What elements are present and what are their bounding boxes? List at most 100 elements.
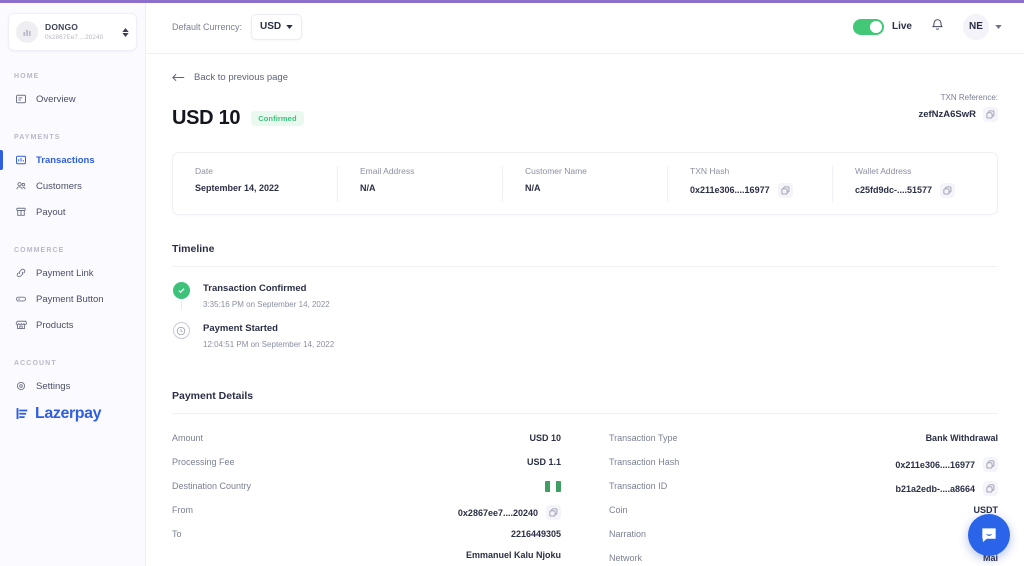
copy-icon[interactable] (983, 107, 998, 122)
org-name: DONGO (45, 22, 79, 32)
payment-details-title: Payment Details (172, 390, 254, 402)
detail-value: Bank Withdrawal (926, 433, 998, 443)
copy-icon[interactable] (983, 457, 998, 472)
payout-icon (14, 206, 27, 219)
summary-label: TXN Hash (690, 165, 730, 176)
back-to-previous-page-link[interactable]: Back to previous page (172, 72, 998, 83)
detail-value-text: Bank Withdrawal (925, 433, 998, 443)
sidebar-item-overview[interactable]: Overview (0, 86, 145, 112)
chevron-up-down-icon (122, 27, 129, 37)
timeline-item-title: Transaction Confirmed (203, 283, 307, 294)
detail-row-destination-country: Destination Country (172, 478, 561, 502)
copy-icon[interactable] (983, 481, 998, 496)
detail-row-from: From 0x2867ee7....20240 (172, 502, 561, 526)
payment-details-left-column: Amount USD 10 Processing Fee USD 1.1 Des… (172, 430, 591, 566)
timeline-item-time: 12:04:51 PM on September 14, 2022 (203, 340, 335, 349)
summary-cell-date: Date September 14, 2022 (173, 165, 338, 202)
detail-value-text: 2216449305 (510, 529, 561, 539)
customers-icon (14, 180, 27, 193)
sidebar-item-label: Products (36, 319, 74, 331)
detail-label: Network (609, 553, 643, 563)
sidebar-item-products[interactable]: Products (0, 312, 145, 338)
nav-section-home-label: HOME (14, 73, 40, 80)
timeline-item: Payment Started 12:04:51 PM on September… (172, 322, 998, 362)
detail-value-text: USD 10 (529, 433, 561, 443)
sidebar-item-label: Customers (36, 180, 82, 192)
summary-label: Wallet Address (855, 165, 912, 176)
overview-icon (14, 93, 27, 106)
copy-icon[interactable] (940, 182, 956, 198)
summary-label: Email Address (360, 165, 415, 176)
page-title: USD 10 (172, 107, 241, 129)
copy-icon[interactable] (546, 505, 561, 520)
summary-value-text: N/A (525, 182, 541, 193)
chevron-down-icon (286, 24, 293, 29)
detail-label: Processing Fee (172, 457, 235, 467)
summary-cell-txn-hash: TXN Hash 0x211e306....16977 (668, 165, 833, 202)
detail-label: Coin (609, 505, 628, 515)
chat-launcher-button[interactable] (968, 514, 1010, 556)
summary-value-text: September 14, 2022 (195, 182, 280, 193)
lazerpay-mark-icon (16, 407, 28, 419)
sidebar-item-payment-link[interactable]: Payment Link (0, 260, 145, 286)
avatar: NE (963, 13, 989, 40)
summary-value-text: 0x211e306....16977 (690, 185, 770, 195)
detail-row-narration: Narration N (609, 526, 998, 550)
chat-bubble-icon (982, 528, 996, 543)
detail-label: Destination Country (172, 481, 252, 491)
sidebar-item-payout[interactable]: Payout (0, 199, 145, 225)
currency-select[interactable]: USD (251, 13, 303, 40)
summary-value: September 14, 2022 (195, 183, 315, 193)
currency-select-value: USD (260, 21, 282, 32)
default-currency-label: Default Currency: (172, 21, 243, 32)
sidebar-item-settings[interactable]: Settings (0, 373, 145, 399)
org-switcher[interactable]: DONGO 0x2867Ee7....20240 (8, 13, 137, 51)
summary-value: N/A (525, 183, 645, 193)
timeline-connector (180, 301, 182, 309)
back-link-label: Back to previous page (194, 72, 289, 83)
live-mode-toggle[interactable]: Live (852, 18, 912, 35)
user-menu[interactable]: NE (963, 13, 1002, 40)
summary-cell-wallet-address: Wallet Address c25fd9dc-....51577 (833, 166, 997, 202)
txn-reference: TXN Reference: zefNzA6SwR (918, 93, 998, 122)
summary-label: Date (195, 165, 213, 176)
detail-value-text: 0x2867ee7....20240 (457, 507, 538, 518)
transactions-icon (14, 154, 27, 167)
detail-row-amount: Amount USD 10 (172, 430, 561, 454)
brand-name: Lazerpay (35, 405, 102, 422)
status-badge: Confirmed (251, 111, 304, 126)
timeline-item: Transaction Confirmed 3:35:16 PM on Sept… (172, 282, 998, 322)
app-root: DONGO 0x2867Ee7....20240 HOME Overview P… (0, 0, 1024, 566)
detail-value: USD 10 (529, 433, 561, 443)
nav-section-account-label: ACCOUNT (14, 360, 57, 367)
nav-section-commerce-label: COMMERCE (14, 247, 65, 254)
summary-value: N/A (360, 183, 480, 193)
detail-row-to: To 2216449305 Emmanuel Kalu Njoku Zenith… (172, 526, 561, 566)
sidebar-item-label: Payout (36, 206, 66, 218)
detail-value: 0x211e306....16977 (895, 457, 998, 472)
gear-icon (14, 380, 27, 393)
copy-icon[interactable] (777, 182, 793, 198)
sidebar-item-transactions[interactable]: Transactions (0, 147, 145, 173)
nigeria-flag-icon (545, 481, 561, 492)
bell-icon[interactable] (930, 17, 945, 37)
detail-row-transaction-id: Transaction ID b21a2edb-....a8664 (609, 478, 998, 502)
sidebar-item-customers[interactable]: Customers (0, 173, 145, 199)
divider (172, 413, 998, 414)
clock-icon (172, 322, 190, 339)
summary-cell-customer-name: Customer Name N/A (503, 165, 668, 202)
chevron-down-icon (995, 24, 1002, 29)
detail-value-text: USD 1.1 (526, 457, 561, 467)
sidebar-item-label: Overview (36, 93, 76, 105)
summary-value: c25fd9dc-....51577 (855, 182, 975, 198)
page-loading-bar (0, 0, 1024, 3)
main-content: Default Currency: USD Live NE Back to pr… (146, 0, 1024, 566)
detail-value (545, 481, 561, 492)
summary-value-text: N/A (360, 182, 376, 193)
topbar: Default Currency: USD Live NE (146, 0, 1024, 54)
timeline-item-time: 3:35:16 PM on September 14, 2022 (203, 300, 330, 309)
toggle-knob (869, 20, 882, 33)
detail-row-transaction-type: Transaction Type Bank Withdrawal (609, 430, 998, 454)
nav-section-payments-label: PAYMENTS (14, 134, 61, 141)
sidebar-item-payment-button[interactable]: Payment Button (0, 286, 145, 312)
